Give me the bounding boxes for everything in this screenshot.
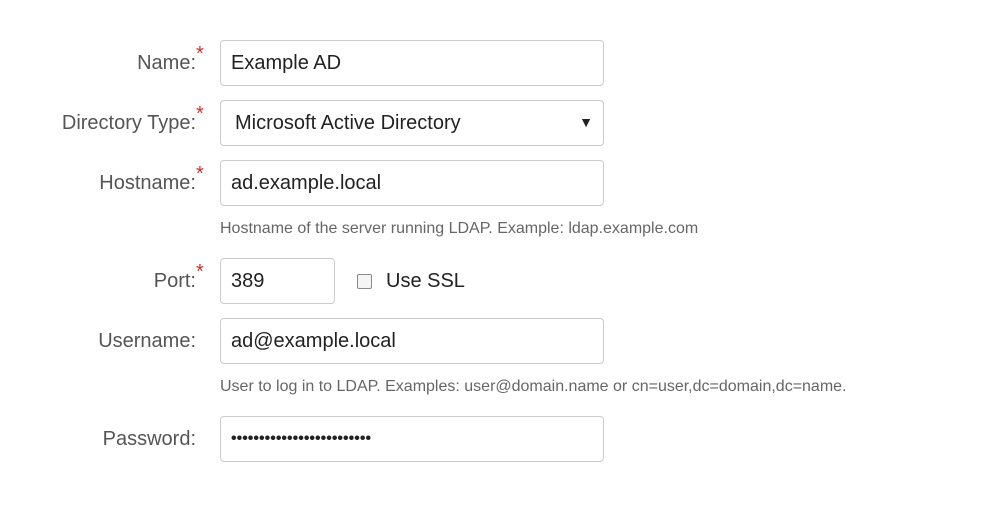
directory-type-label: Directory Type: xyxy=(61,112,196,134)
port-required-marker: * xyxy=(196,261,204,283)
dropdown-caret-icon: ▼ xyxy=(579,114,593,130)
hostname-input[interactable]: ad.example.local xyxy=(220,160,604,206)
password-input[interactable]: ••••••••••••••••••••••••• xyxy=(220,416,604,462)
hostname-required-marker: * xyxy=(196,163,204,185)
password-label: Password: xyxy=(102,428,196,450)
port-input[interactable]: 389 xyxy=(220,258,335,304)
directory-type-select[interactable]: Microsoft Active Directory ▼ xyxy=(220,100,604,146)
ldap-settings-form: Name: * Example AD Directory Type: * Mic… xyxy=(0,0,999,515)
name-required-marker: * xyxy=(196,43,204,65)
name-input[interactable]: Example AD xyxy=(220,40,604,86)
username-help-text: User to log in to LDAP. Examples: user@d… xyxy=(220,378,847,395)
hostname-label: Hostname: xyxy=(99,172,196,194)
use-ssl-checkbox[interactable] xyxy=(357,273,372,289)
use-ssl-option[interactable]: Use SSL xyxy=(357,258,465,304)
hostname-help-text: Hostname of the server running LDAP. Exa… xyxy=(220,220,699,237)
directory-type-selected-value: Microsoft Active Directory xyxy=(235,112,461,134)
username-label: Username: xyxy=(98,330,196,352)
port-label: Port: xyxy=(153,270,196,292)
directory-type-required-marker: * xyxy=(196,103,204,125)
username-input[interactable]: ad@example.local xyxy=(220,318,604,364)
use-ssl-label[interactable]: Use SSL xyxy=(386,270,465,293)
name-label: Name: xyxy=(137,52,196,74)
